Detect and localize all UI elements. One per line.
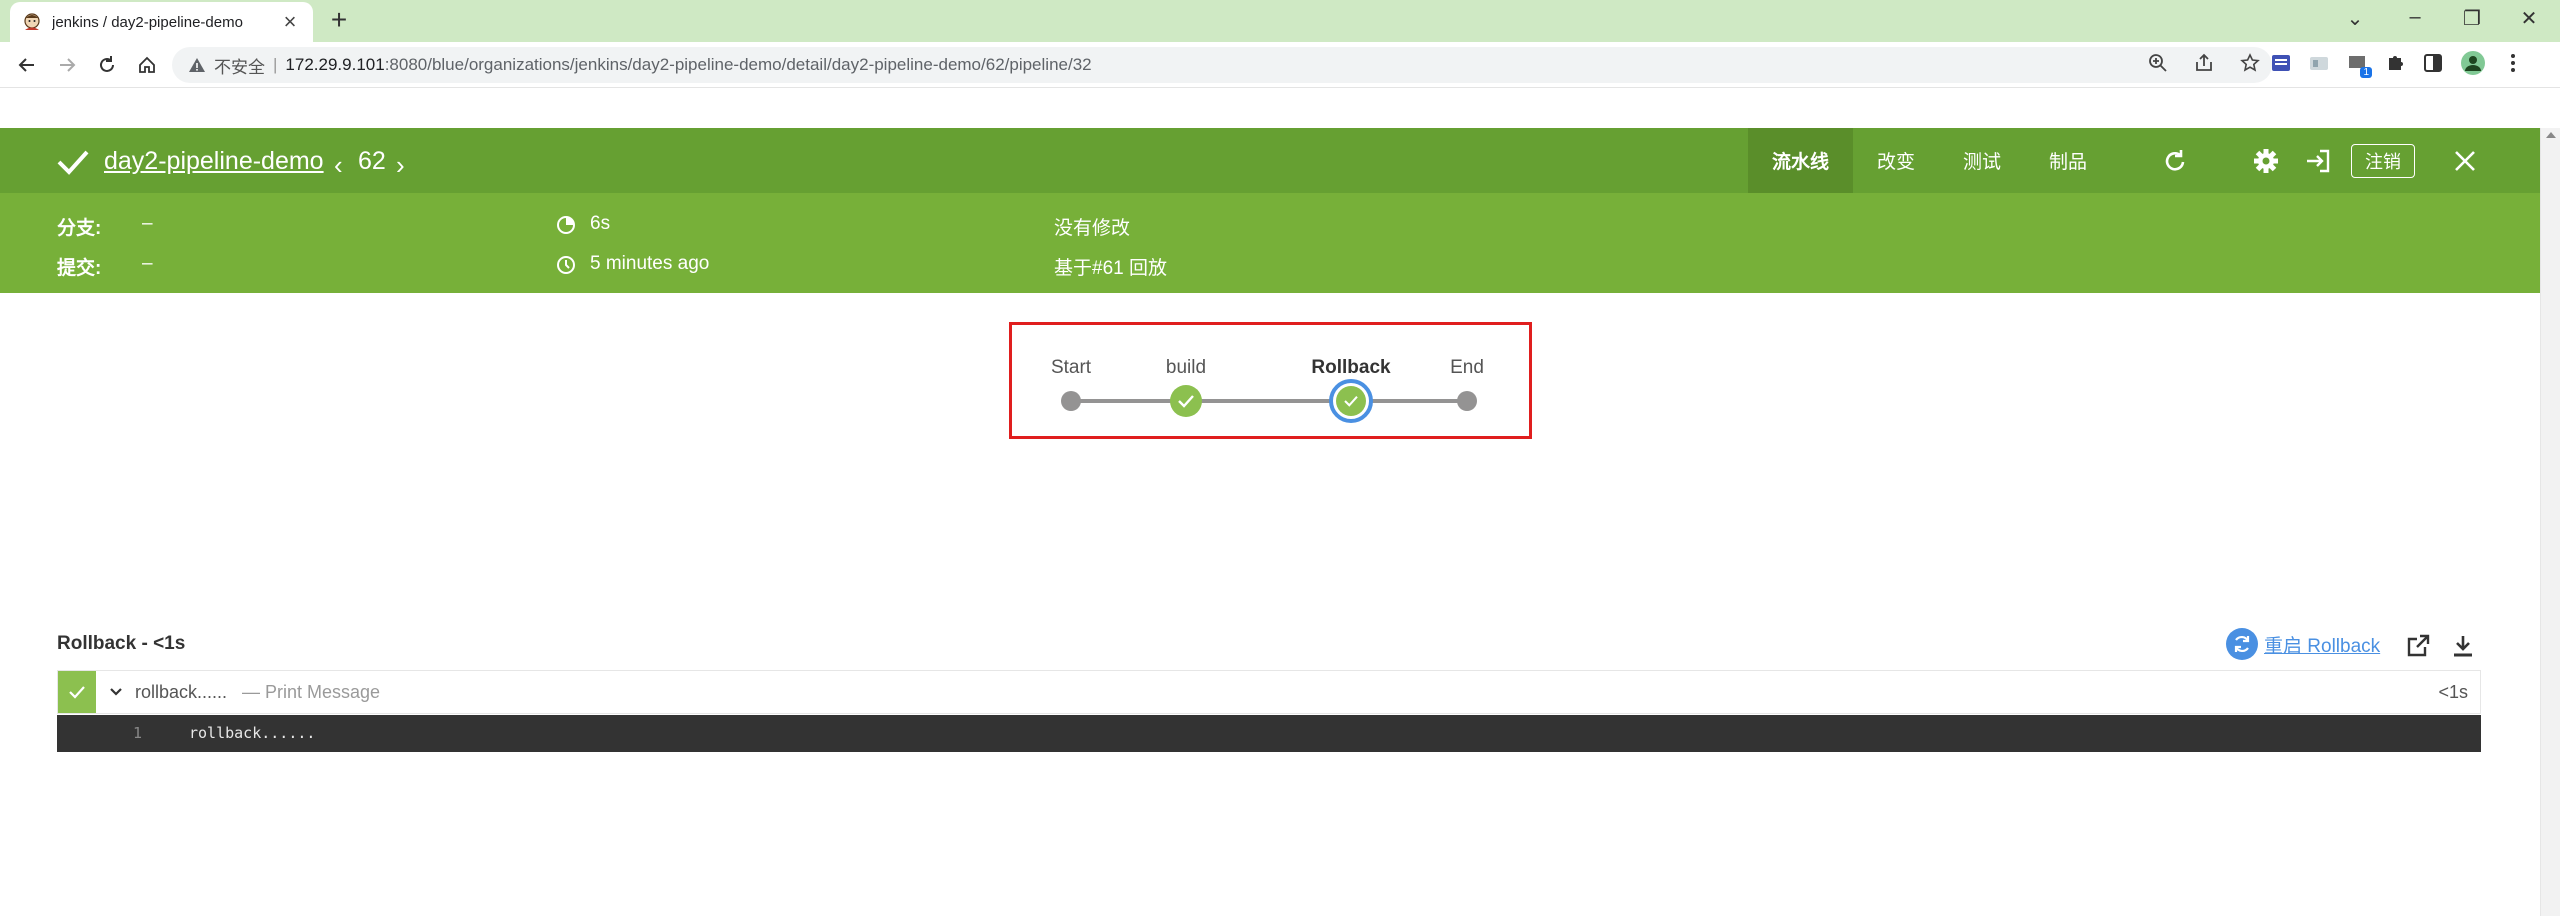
url-host: 172.29.9.101 — [285, 55, 385, 74]
extension-badge-icon[interactable]: 1 — [2346, 52, 2372, 78]
changes-summary: 没有修改 — [1054, 218, 1131, 239]
tab-pipeline[interactable]: 流水线 — [1748, 128, 1854, 193]
settings-gear-icon[interactable] — [2250, 145, 2282, 177]
browser-menu-icon[interactable] — [2502, 52, 2524, 74]
minimize-icon[interactable]: – — [2400, 6, 2430, 29]
tab-close-icon[interactable]: × — [279, 11, 301, 33]
new-tab-button[interactable]: + — [324, 6, 354, 36]
tab-tests[interactable]: 测试 — [1939, 128, 2025, 193]
forward-icon[interactable] — [52, 50, 82, 80]
success-check-icon — [57, 150, 89, 175]
restart-stage-button[interactable]: 重启 Rollback — [2226, 628, 2380, 660]
pipeline-name-link[interactable]: day2-pipeline-demo — [104, 147, 324, 176]
close-run-icon[interactable] — [2449, 145, 2481, 177]
open-log-external-icon[interactable] — [2402, 630, 2434, 662]
stage-node-build[interactable] — [1170, 385, 1202, 417]
stage-label-build[interactable]: build — [1166, 357, 1206, 379]
home-icon[interactable] — [132, 50, 162, 80]
stage-label-rollback[interactable]: Rollback — [1311, 357, 1390, 379]
commit-label: 提交: — [57, 258, 102, 279]
duration-icon — [557, 216, 575, 234]
zoom-icon[interactable] — [2148, 53, 2168, 73]
log-step-row[interactable]: rollback...... — Print Message <1s — [57, 670, 2481, 714]
extension-badge-count: 1 — [2360, 67, 2372, 78]
tab-artifacts[interactable]: 制品 — [2025, 128, 2111, 193]
restart-icon — [2226, 628, 2258, 660]
next-run-icon[interactable]: › — [396, 150, 405, 181]
browser-tab[interactable]: jenkins / day2-pipeline-demo × — [10, 2, 313, 42]
previous-run-icon[interactable]: ‹ — [334, 150, 343, 181]
check-icon — [69, 686, 85, 699]
step-name: rollback...... — [135, 682, 228, 702]
tab-title: jenkins / day2-pipeline-demo — [52, 13, 243, 31]
step-description: — Print Message — [242, 682, 381, 702]
reload-icon[interactable] — [92, 50, 122, 80]
clock-icon — [557, 256, 575, 274]
replay-cause: 基于#61 回放 — [1054, 258, 1167, 279]
page-scrollbar[interactable] — [2540, 128, 2560, 916]
restore-icon[interactable]: ❐ — [2457, 6, 2487, 31]
extensions-puzzle-icon[interactable] — [2384, 52, 2406, 74]
branch-label: 分支: — [57, 218, 102, 239]
restart-label[interactable]: 重启 Rollback — [2264, 631, 2380, 658]
extension-book-icon[interactable] — [2308, 52, 2330, 74]
console-output: 1 rollback...... — [57, 715, 2481, 752]
extension-reader-icon[interactable] — [2270, 52, 2292, 74]
chevron-down-icon[interactable] — [106, 681, 126, 701]
console-line-text: rollback...... — [189, 724, 316, 742]
stage-label-start: Start — [1050, 357, 1092, 378]
share-icon[interactable] — [2194, 53, 2214, 73]
highlight-box — [1009, 322, 1532, 439]
console-line-number[interactable]: 1 — [133, 724, 142, 742]
step-duration: <1s — [2438, 682, 2468, 702]
run-nav-tabs: 流水线 改变 测试 制品 — [1748, 128, 2111, 193]
step-status-success — [58, 671, 96, 713]
browser-tab-bar: jenkins / day2-pipeline-demo × + ⌄ – ❐ ✕ — [0, 0, 2560, 42]
commit-value: – — [142, 253, 153, 274]
separator: | — [273, 55, 278, 74]
rerun-icon[interactable] — [2160, 145, 2192, 177]
run-time-ago: 5 minutes ago — [590, 253, 710, 274]
check-icon — [1344, 396, 1358, 407]
address-bar[interactable]: 不安全 | 172.29.9.101:8080/blue/organizatio… — [172, 47, 2272, 83]
check-icon — [1178, 395, 1194, 408]
run-meta-bar — [0, 193, 2540, 293]
tab-search-chevron-icon[interactable]: ⌄ — [2340, 6, 2370, 31]
graph-connector — [1188, 399, 1350, 403]
stage-log-title: Rollback - <1s — [57, 633, 186, 654]
scroll-up-arrow-icon[interactable] — [2546, 132, 2556, 138]
tab-changes[interactable]: 改变 — [1853, 128, 1939, 193]
stage-label-end: End — [1450, 357, 1484, 378]
bookmark-star-icon[interactable] — [2240, 53, 2260, 73]
exit-to-classic-icon[interactable] — [2302, 145, 2334, 177]
stage-node-end — [1457, 391, 1477, 411]
insecure-label: 不安全 — [214, 57, 265, 77]
profile-avatar-icon[interactable] — [2460, 50, 2486, 76]
stage-node-start — [1061, 391, 1081, 411]
jenkins-favicon-icon — [24, 13, 40, 30]
stage-node-rollback[interactable] — [1329, 379, 1373, 423]
warning-icon — [189, 58, 205, 72]
browser-toolbar: 不安全 | 172.29.9.101:8080/blue/organizatio… — [0, 42, 2560, 88]
run-duration: 6s — [590, 213, 611, 234]
back-icon[interactable] — [12, 50, 42, 80]
window-close-icon[interactable]: ✕ — [2514, 6, 2544, 31]
branch-value: – — [142, 213, 153, 234]
logout-button[interactable]: 注销 — [2351, 144, 2415, 178]
download-log-icon[interactable] — [2447, 630, 2479, 662]
url-path: :8080/blue/organizations/jenkins/day2-pi… — [384, 55, 1092, 74]
side-panel-icon[interactable] — [2422, 52, 2444, 74]
run-number: 62 — [358, 147, 386, 175]
